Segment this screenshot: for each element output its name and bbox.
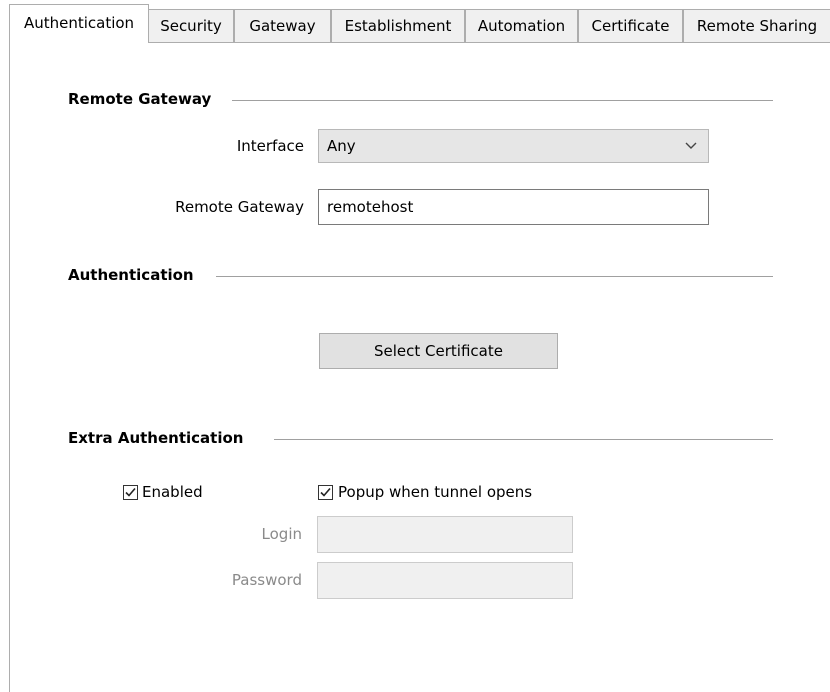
tab-authentication[interactable]: Authentication <box>9 4 149 43</box>
section-title-authentication: Authentication <box>68 265 202 285</box>
interface-select-value: Any <box>327 137 356 155</box>
enabled-label[interactable]: Enabled <box>142 482 203 502</box>
tab-automation[interactable]: Automation <box>465 9 578 42</box>
remote-gateway-input[interactable]: remotehost <box>318 189 709 225</box>
popup-label[interactable]: Popup when tunnel opens <box>338 482 532 502</box>
tab-panel-authentication: Remote Gateway Interface Any Remote Gate… <box>9 42 830 692</box>
tab-establishment[interactable]: Establishment <box>331 9 465 42</box>
checkmark-icon <box>125 487 136 497</box>
interface-select[interactable]: Any <box>318 129 709 163</box>
password-label: Password <box>231 571 302 589</box>
tab-strip: Security Gateway Establishment Automatio… <box>0 0 830 43</box>
section-divider-authentication <box>216 276 773 277</box>
section-divider-remote-gateway <box>232 100 773 101</box>
remote-gateway-label: Remote Gateway <box>175 198 304 216</box>
popup-checkbox[interactable] <box>318 485 333 500</box>
login-input[interactable] <box>317 516 573 553</box>
tab-remote-sharing[interactable]: Remote Sharing <box>683 9 830 42</box>
section-divider-extra-authentication <box>274 439 773 440</box>
section-title-remote-gateway: Remote Gateway <box>68 89 220 109</box>
enabled-checkbox[interactable] <box>123 485 138 500</box>
chevron-down-icon <box>684 130 698 162</box>
password-input[interactable] <box>317 562 573 599</box>
tab-security[interactable]: Security <box>148 9 234 42</box>
section-title-extra-authentication: Extra Authentication <box>68 428 252 448</box>
select-certificate-button[interactable]: Select Certificate <box>319 333 558 369</box>
checkmark-icon <box>320 487 331 497</box>
interface-label: Interface <box>236 137 304 155</box>
tab-certificate[interactable]: Certificate <box>578 9 683 42</box>
tab-gateway[interactable]: Gateway <box>234 9 331 42</box>
login-label: Login <box>261 525 302 543</box>
